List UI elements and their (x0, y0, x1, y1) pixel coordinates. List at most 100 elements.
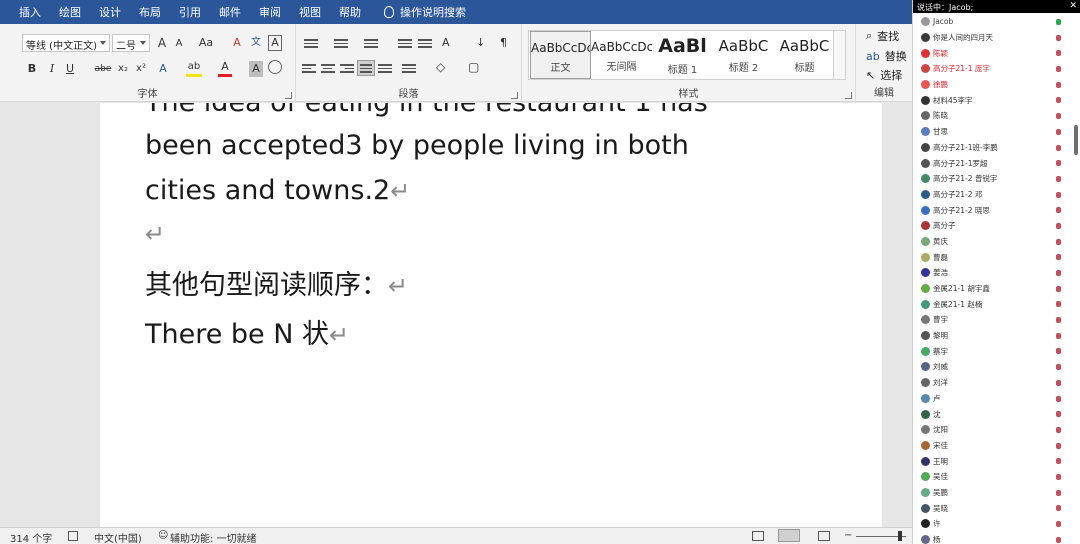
microphone-icon[interactable] (1056, 458, 1061, 465)
tab-insert[interactable]: 插入 (10, 4, 50, 20)
participant-row[interactable]: 沈阳 (913, 422, 1073, 438)
replace-button[interactable]: ab 替换 (866, 48, 907, 64)
font-name-combo[interactable]: 等线 (中文正文) (22, 34, 110, 52)
style-normal[interactable]: AaBbCcDc 正文 (530, 31, 591, 79)
style-heading-2[interactable]: AaBbC 标题 2 (713, 31, 774, 79)
word-count[interactable]: 314 个字 (10, 530, 52, 544)
align-left-icon[interactable] (302, 62, 316, 74)
numbering-icon[interactable] (334, 37, 348, 49)
zoom-slider-thumb[interactable] (898, 531, 902, 541)
tell-me-search[interactable]: 操作说明搜索 (370, 4, 475, 20)
borders-icon[interactable]: ▢ (468, 60, 482, 74)
participant-row[interactable]: 刘威 (913, 359, 1073, 375)
microphone-icon[interactable] (1056, 34, 1061, 41)
styles-scroll-arrows[interactable] (833, 31, 845, 79)
style-heading-1[interactable]: AaBl 标题 1 (652, 31, 713, 79)
style-no-spacing[interactable]: AaBbCcDc 无间隔 (591, 31, 652, 79)
align-center-icon[interactable] (321, 62, 335, 74)
tab-layout[interactable]: 布局 (130, 4, 170, 20)
microphone-icon[interactable] (1056, 113, 1061, 120)
microphone-icon[interactable] (1056, 505, 1061, 512)
participant-row[interactable]: 曹磊 (913, 249, 1073, 265)
find-button[interactable]: ⌕ 查找 (866, 28, 899, 44)
participant-row[interactable]: 黄庆 (913, 234, 1073, 250)
participant-row[interactable]: 金属21-1 赵楠 (913, 296, 1073, 312)
tab-review[interactable]: 审阅 (250, 4, 290, 20)
microphone-icon[interactable] (1056, 426, 1061, 433)
participant-row[interactable]: 徐鹏 (913, 77, 1073, 93)
tab-mailings[interactable]: 邮件 (210, 4, 250, 20)
microphone-icon[interactable] (1056, 364, 1061, 371)
microphone-icon[interactable] (1056, 191, 1061, 198)
microphone-icon[interactable] (1056, 207, 1061, 214)
microphone-icon[interactable] (1056, 285, 1061, 292)
microphone-icon[interactable] (1056, 222, 1061, 229)
sort-icon[interactable]: ↓ (476, 36, 490, 49)
participant-row[interactable]: 材料45李宇 (913, 92, 1073, 108)
participant-row[interactable]: 甘思 (913, 124, 1073, 140)
clear-format-button[interactable]: A (230, 35, 244, 51)
change-case-button[interactable]: Aa (195, 35, 217, 51)
chinese-layout-icon[interactable]: A (442, 36, 456, 49)
microphone-icon[interactable] (1056, 270, 1061, 276)
participant-row[interactable]: 吴晓 (913, 500, 1073, 516)
strikethrough-button[interactable]: abe (94, 61, 112, 77)
shrink-font-button[interactable]: A (173, 36, 185, 52)
underline-button[interactable]: U (64, 61, 76, 77)
microphone-icon[interactable] (1056, 411, 1061, 418)
char-shading-button[interactable]: A (249, 61, 263, 77)
italic-button[interactable]: I (46, 61, 58, 77)
paragraph-dialog-launcher-icon[interactable] (511, 92, 518, 99)
microphone-icon[interactable] (1056, 144, 1061, 151)
tab-help[interactable]: 帮助 (330, 4, 370, 20)
participant-row[interactable]: 你是人间的四月天 (913, 30, 1073, 46)
phonetic-guide-button[interactable]: 文 (249, 35, 263, 51)
zoom-out-icon[interactable]: − (844, 530, 852, 541)
grow-font-button[interactable]: A (155, 35, 169, 51)
highlight-button[interactable]: ab (186, 61, 202, 77)
participant-row[interactable]: 高分子21-1 庞宇 (913, 61, 1073, 77)
microphone-icon[interactable] (1056, 238, 1061, 245)
shading-bucket-icon[interactable]: ◇ (436, 60, 450, 74)
language-status[interactable]: 中文(中国) (94, 530, 142, 544)
participant-row[interactable]: 蔡宇 (913, 343, 1073, 359)
microphone-icon[interactable] (1056, 536, 1061, 543)
microphone-icon[interactable] (1056, 175, 1061, 182)
microphone-icon[interactable] (1056, 301, 1061, 308)
multilevel-list-icon[interactable] (364, 37, 378, 49)
enclose-char-button[interactable] (268, 60, 282, 74)
font-color-button[interactable]: A (218, 61, 232, 77)
participant-row[interactable]: 刘洋 (913, 375, 1073, 391)
microphone-icon[interactable] (1056, 395, 1061, 402)
style-title[interactable]: AaBbC 标题 (774, 31, 835, 79)
microphone-icon[interactable] (1056, 97, 1061, 104)
superscript-button[interactable]: x² (134, 61, 148, 77)
font-dialog-launcher-icon[interactable] (285, 92, 292, 99)
justify-icon[interactable] (357, 60, 375, 76)
tab-references[interactable]: 引用 (170, 4, 210, 20)
microphone-icon[interactable] (1056, 160, 1061, 167)
panel-scrollbar[interactable] (1074, 125, 1078, 155)
increase-indent-icon[interactable] (418, 37, 432, 49)
microphone-icon[interactable] (1056, 521, 1061, 527)
participant-row[interactable]: 王明 (913, 453, 1073, 469)
styles-dialog-launcher-icon[interactable] (845, 92, 852, 99)
microphone-icon[interactable] (1056, 128, 1061, 135)
participant-row[interactable]: 陈颖 (913, 45, 1073, 61)
participant-row[interactable]: 高分子21-1班-李鹏 (913, 140, 1073, 156)
select-button[interactable]: ↖ 选择 (866, 67, 902, 83)
char-border-button[interactable]: A (268, 35, 282, 51)
subscript-button[interactable]: x₂ (116, 61, 130, 77)
microphone-icon[interactable] (1056, 19, 1061, 25)
participant-row[interactable]: 杨 (913, 532, 1073, 544)
microphone-icon[interactable] (1056, 254, 1061, 261)
read-mode-icon[interactable] (752, 531, 764, 541)
participant-row[interactable]: 曹宇 (913, 312, 1073, 328)
participant-row[interactable]: 吴佳 (913, 469, 1073, 485)
microphone-icon[interactable] (1056, 348, 1061, 355)
participant-row[interactable]: 高分子21-2 曾锐宇 (913, 171, 1073, 187)
document-page[interactable]: The idea of eating in the restaurant 1 h… (100, 103, 882, 527)
distributed-icon[interactable] (378, 62, 392, 74)
proofing-icon[interactable] (68, 531, 78, 541)
show-marks-icon[interactable]: ¶ (500, 36, 514, 49)
